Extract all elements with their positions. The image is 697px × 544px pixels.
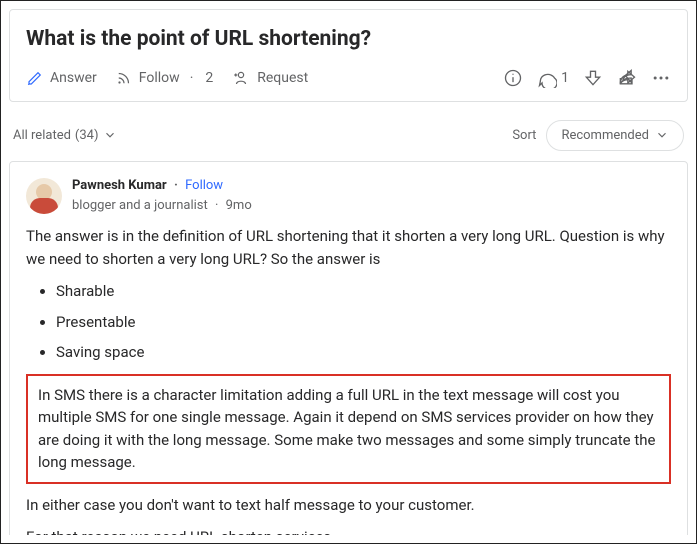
author-follow-link[interactable]: Follow <box>185 178 223 193</box>
filter-count: (34) <box>75 126 99 146</box>
comment-icon <box>537 68 557 88</box>
rss-icon <box>115 69 133 87</box>
more-button[interactable] <box>651 68 671 88</box>
answer-button[interactable]: Answer <box>26 68 97 89</box>
highlighted-paragraph: In SMS there is a character limitation a… <box>26 374 671 484</box>
question-card: What is the point of URL shortening? Ans… <box>9 9 688 102</box>
list-item: Sharable <box>56 280 671 303</box>
follow-label: Follow <box>139 68 180 89</box>
answer-time[interactable]: 9mo <box>226 198 252 213</box>
answer-bullets: Sharable Presentable Saving space <box>56 280 671 364</box>
share-icon <box>617 68 637 88</box>
answer-p1: The answer is in the definition of URL s… <box>26 225 671 270</box>
follow-count: 2 <box>205 68 213 89</box>
answer-p3: In either case you don't want to text ha… <box>26 494 671 517</box>
request-label: Request <box>257 68 308 89</box>
filter-label: All related <box>13 126 71 146</box>
chevron-down-icon <box>103 128 117 142</box>
chevron-down-icon <box>655 128 669 142</box>
author-bio: blogger and a journalist <box>72 198 208 213</box>
sort-dropdown[interactable]: Recommended <box>546 120 684 152</box>
share-button[interactable] <box>617 68 637 88</box>
info-icon <box>503 68 523 88</box>
author-row: Pawnesh Kumar · Follow blogger and a jou… <box>26 176 671 215</box>
answer-p4: For that reason we need URL shorten serv… <box>26 526 671 535</box>
request-button[interactable]: Request <box>231 68 308 89</box>
list-item: Saving space <box>56 341 671 364</box>
sort-label: Sort <box>512 126 536 146</box>
comment-count: 1 <box>561 68 569 89</box>
author-name[interactable]: Pawnesh Kumar <box>72 178 167 193</box>
list-item: Presentable <box>56 311 671 334</box>
person-plus-icon <box>231 69 251 87</box>
answer-label: Answer <box>50 68 97 89</box>
more-icon <box>651 68 671 88</box>
answer-card: Pawnesh Kumar · Follow blogger and a jou… <box>9 161 688 535</box>
downvote-button[interactable] <box>583 68 603 88</box>
info-button[interactable] <box>503 68 523 88</box>
sort-value: Recommended <box>561 126 649 146</box>
follow-button[interactable]: Follow · 2 <box>115 68 213 89</box>
action-row: Answer Follow · 2 Request <box>26 68 671 89</box>
downvote-icon <box>583 68 603 88</box>
edit-icon <box>26 69 44 87</box>
answer-body: The answer is in the definition of URL s… <box>26 225 671 535</box>
question-title: What is the point of URL shortening? <box>26 24 671 56</box>
avatar[interactable] <box>26 178 62 214</box>
filter-row: All related (34) Sort Recommended <box>9 112 688 162</box>
comments-button[interactable]: 1 <box>537 68 569 89</box>
filter-dropdown[interactable]: All related (34) <box>13 126 117 146</box>
